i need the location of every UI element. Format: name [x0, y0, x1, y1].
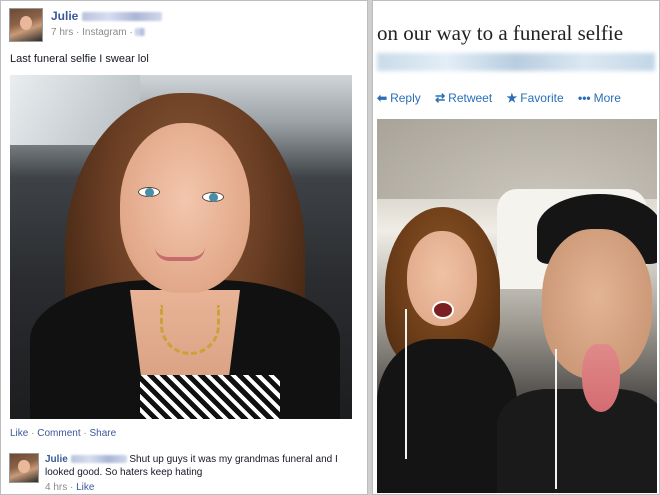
more-icon: ••• [578, 91, 591, 105]
tweet-photo[interactable] [377, 119, 657, 493]
share-link[interactable]: Share [90, 428, 117, 439]
comment-link[interactable]: Comment [37, 428, 80, 439]
post-photo[interactable] [10, 75, 352, 419]
tweet-actions: ⬅ Reply ⇄ Retweet ★ Favorite ••• More [377, 91, 632, 105]
meme-composite: Julie 7 hrs · Instagram · Last funeral s… [0, 0, 660, 495]
redacted-surname [81, 12, 162, 22]
redacted-tweet-meta [377, 53, 655, 71]
comment-time[interactable]: 4 hrs [45, 482, 67, 493]
redacted-commenter-surname [70, 455, 127, 464]
comment-like-link[interactable]: Like [76, 482, 94, 493]
retweet-button[interactable]: ⇄ Retweet [435, 91, 492, 105]
tweet: on our way to a funeral selfie ⬅ Reply ⇄ R… [372, 0, 660, 495]
post-caption: Last funeral selfie I swear lol [10, 53, 149, 65]
post-actions: Like · Comment · Share [10, 428, 117, 439]
tweet-text: on our way to a funeral selfie [377, 21, 624, 45]
reply-button[interactable]: ⬅ Reply [377, 91, 421, 105]
commenter-name[interactable]: Julie [45, 454, 68, 465]
comment: Julie Shut up guys it was my grandmas fu… [45, 453, 345, 479]
reply-icon: ⬅ [377, 91, 388, 105]
like-link[interactable]: Like [10, 428, 28, 439]
comment-meta: 4 hrs · Like [45, 482, 95, 493]
facebook-post: Julie 7 hrs · Instagram · Last funeral s… [0, 0, 368, 495]
star-icon: ★ [506, 91, 518, 105]
author-avatar[interactable] [9, 8, 43, 42]
author-name[interactable]: Julie [51, 9, 78, 23]
retweet-icon: ⇄ [435, 91, 446, 105]
post-meta: 7 hrs · Instagram · [51, 27, 146, 38]
author-name-row: Julie [51, 9, 162, 23]
commenter-avatar[interactable] [9, 453, 39, 483]
post-meta-text[interactable]: 7 hrs · Instagram · [51, 27, 135, 38]
favorite-button[interactable]: ★ Favorite [507, 91, 564, 105]
more-button[interactable]: ••• More [578, 91, 621, 105]
redacted-meta [135, 28, 146, 37]
